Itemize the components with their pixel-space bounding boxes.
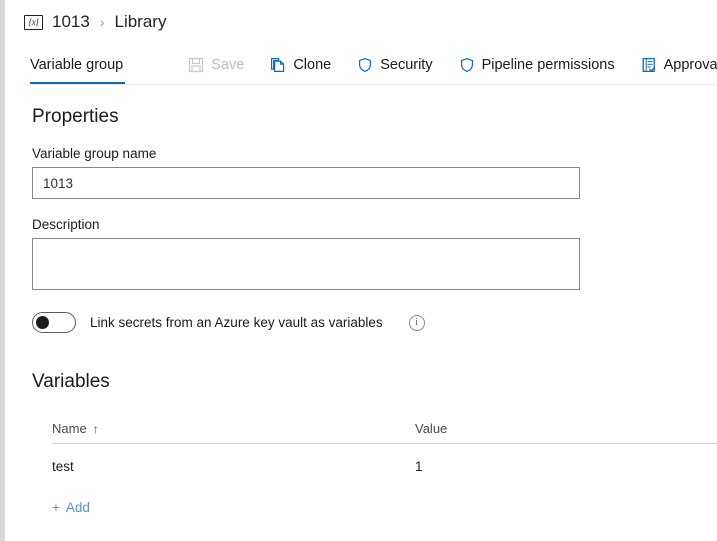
variable-group-name-input[interactable] (32, 167, 580, 199)
page-title: Properties (32, 106, 119, 127)
keyvault-toggle-row: Link secrets from an Azure key vault as … (32, 312, 717, 333)
approvals-and-checks-button[interactable]: Approvals and c (628, 44, 717, 85)
variable-group-page: {x} 1013 › Library Variable group Save C… (6, 0, 717, 541)
clone-label: Clone (293, 56, 332, 73)
shield-icon (357, 57, 373, 73)
save-label: Save (211, 56, 245, 73)
link-key-vault-label: Link secrets from an Azure key vault as … (90, 315, 383, 330)
pipeline-permissions-label: Pipeline permissions (481, 56, 615, 73)
column-header-name-label: Name (52, 421, 87, 436)
table-row[interactable]: test 1 (52, 444, 717, 489)
variable-group-icon-glyph: {x} (28, 16, 39, 27)
breadcrumb-library-link[interactable]: Library (115, 12, 167, 32)
column-header-value-label: Value (415, 421, 448, 436)
properties-section: Properties Variable group name Descripti… (6, 106, 717, 393)
variable-name-cell[interactable]: test (52, 459, 415, 474)
save-icon (188, 57, 204, 73)
table-header-row: Name ↑ Value (52, 414, 717, 444)
variable-group-name-label: Variable group name (32, 146, 157, 161)
toolbar: Variable group Save Clone Security Pipel… (6, 44, 717, 85)
plus-icon: + (52, 500, 60, 515)
info-icon-glyph: i (415, 317, 419, 328)
column-header-value[interactable]: Value (415, 421, 717, 436)
column-header-name[interactable]: Name ↑ (52, 421, 415, 436)
save-button[interactable]: Save (175, 44, 257, 85)
tab-active-indicator (30, 82, 126, 85)
clone-button[interactable]: Clone (257, 44, 344, 85)
sort-ascending-icon: ↑ (92, 421, 99, 436)
breadcrumb: {x} 1013 › Library (6, 0, 717, 44)
toggle-knob (36, 316, 49, 329)
info-icon[interactable]: i (408, 314, 425, 331)
checklist-icon (641, 57, 657, 73)
security-button[interactable]: Security (344, 44, 445, 85)
clone-icon (270, 57, 286, 73)
shield-icon (459, 57, 475, 73)
variable-value-cell[interactable]: 1 (415, 459, 717, 474)
breadcrumb-separator-icon: › (99, 14, 105, 30)
tab-variable-group-label: Variable group (30, 56, 124, 73)
pipeline-permissions-button[interactable]: Pipeline permissions (446, 44, 628, 85)
variable-group-icon: {x} (24, 14, 43, 30)
security-label: Security (380, 56, 433, 73)
breadcrumb-group-name: 1013 (52, 12, 90, 31)
add-variable-label: Add (65, 500, 90, 515)
approvals-and-checks-label: Approvals and c (663, 56, 717, 73)
add-variable-button[interactable]: + Add (52, 500, 90, 515)
tab-variable-group[interactable]: Variable group (30, 44, 126, 85)
description-input[interactable] (32, 238, 580, 290)
variables-section-title: Variables (32, 371, 110, 392)
link-key-vault-toggle[interactable] (32, 312, 76, 333)
variables-table: Name ↑ Value test 1 (52, 414, 717, 489)
description-label: Description (32, 217, 100, 232)
